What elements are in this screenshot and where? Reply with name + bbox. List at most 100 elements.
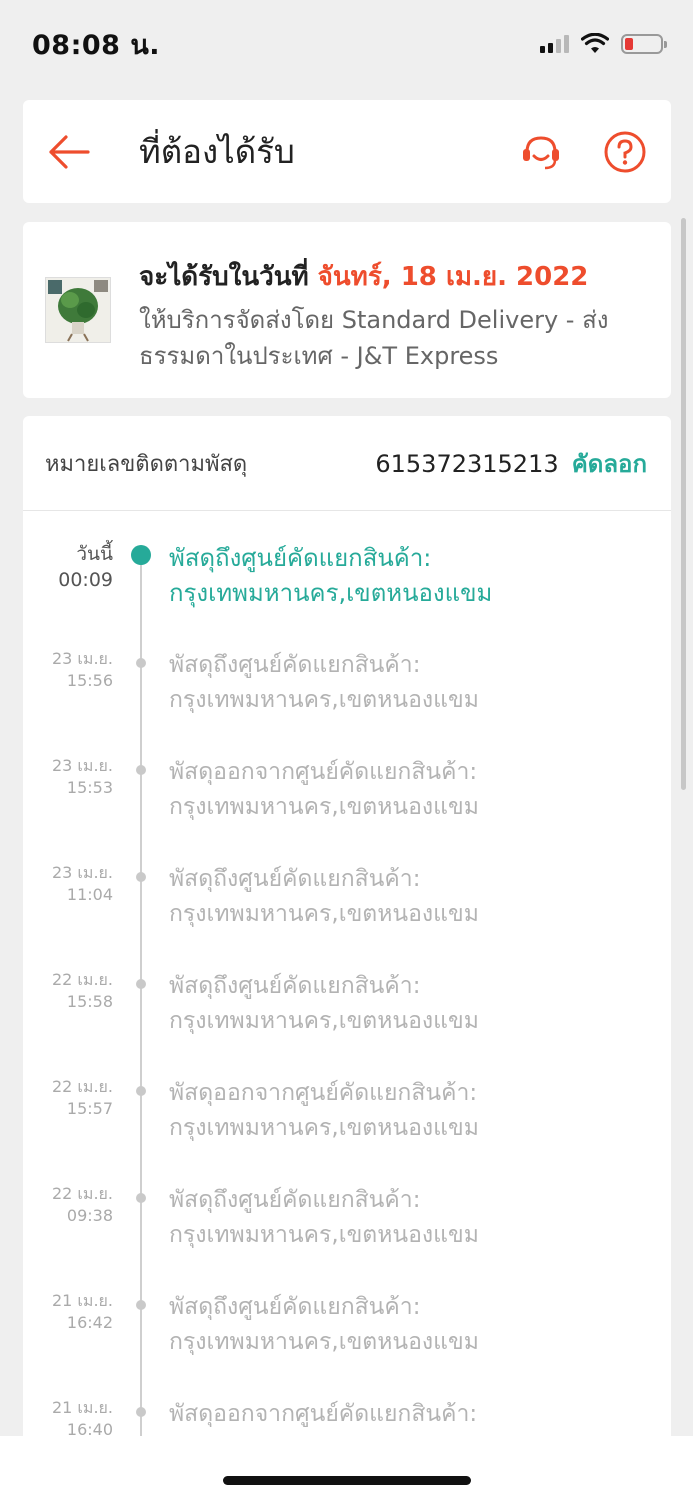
event-time: 15:56 xyxy=(66,671,113,690)
help-button[interactable] xyxy=(603,130,647,174)
timeline-dot xyxy=(136,1193,146,1203)
timeline-dot-active xyxy=(131,545,151,565)
timeline-dot xyxy=(136,1086,146,1096)
event-location: กรุงเทพมหานคร,เขตหนองแขม xyxy=(169,794,479,820)
event-time: 16:42 xyxy=(66,1313,113,1332)
timeline-dot xyxy=(136,658,146,668)
wifi-icon xyxy=(581,33,609,53)
status-time: 08:08 น. xyxy=(32,29,161,61)
event-datetime: 22 เม.ย. 09:38 xyxy=(52,1183,113,1227)
event-date: 22 เม.ย. xyxy=(51,1184,113,1203)
event-time: 15:57 xyxy=(66,1099,113,1118)
event-description: พัสดุถึงศูนย์คัดแยกสินค้า: กรุงเทพมหานคร… xyxy=(169,1183,639,1253)
timeline-event: 23 เม.ย. 15:53 พัสดุออกจากศูนย์คัดแยกสิน… xyxy=(23,755,671,862)
timeline-event: 23 เม.ย. 15:56 พัสดุถึงศูนย์คัดแยกสินค้า… xyxy=(23,648,671,755)
event-datetime: 21 เม.ย. 16:42 xyxy=(52,1290,113,1334)
scrollbar[interactable] xyxy=(681,218,686,790)
event-status: พัสดุถึงศูนย์คัดแยกสินค้า: xyxy=(169,1187,421,1213)
timeline-dot xyxy=(136,1300,146,1310)
event-status: พัสดุถึงศูนย์คัดแยกสินค้า: xyxy=(169,973,421,999)
event-description: พัสดุออกจากศูนย์คัดแยกสินค้า: กรุงเทพมหา… xyxy=(169,1076,639,1146)
event-date: 22 เม.ย. xyxy=(51,1077,113,1096)
tracking-number-group: 615372315213 คัดลอก xyxy=(375,444,647,483)
eta-prefix: จะได้รับในวันที่ xyxy=(139,262,309,292)
event-date: 23 เม.ย. xyxy=(51,863,113,882)
page-title: ที่ต้องได้รับ xyxy=(139,132,295,171)
event-description: พัสดุถึงศูนย์คัดแยกสินค้า: กรุงเทพมหานคร… xyxy=(169,648,639,718)
event-time: 15:53 xyxy=(66,778,113,797)
back-button[interactable] xyxy=(47,130,91,174)
estimated-delivery: จะได้รับในวันที่ จันทร์, 18 เม.ย. 2022 xyxy=(139,256,588,297)
event-location: กรุงเทพมหานคร,เขตหนองแขม xyxy=(169,579,493,607)
event-location: กรุงเทพมหานคร,เขตหนองแขม xyxy=(169,901,479,927)
event-status: พัสดุออกจากศูนย์คัดแยกสินค้า: xyxy=(169,1080,478,1106)
arrow-left-icon xyxy=(49,134,90,169)
event-date: 23 เม.ย. xyxy=(51,649,113,668)
timeline-event: 23 เม.ย. 11:04 พัสดุถึงศูนย์คัดแยกสินค้า… xyxy=(23,862,671,969)
event-datetime: 22 เม.ย. 15:57 xyxy=(52,1076,113,1120)
event-description: พัสดุถึงศูนย์คัดแยกสินค้า: กรุงเทพมหานคร… xyxy=(169,541,639,611)
event-datetime: 21 เม.ย. 16:40 xyxy=(52,1397,113,1441)
event-description: พัสดุออกจากศูนย์คัดแยกสินค้า: กรุงเทพมหา… xyxy=(169,755,639,825)
event-time: 00:09 xyxy=(58,569,113,591)
timeline-event: 22 เม.ย. 15:57 พัสดุออกจากศูนย์คัดแยกสิน… xyxy=(23,1076,671,1183)
timeline-event: 22 เม.ย. 15:58 พัสดุถึงศูนย์คัดแยกสินค้า… xyxy=(23,969,671,1076)
carrier-info: ให้บริการจัดส่งโดย Standard Delivery - ส… xyxy=(139,306,609,370)
event-location: กรุงเทพมหานคร,เขตหนองแขม xyxy=(169,1222,479,1248)
timeline-dot xyxy=(136,1407,146,1417)
home-indicator-area xyxy=(0,1436,693,1500)
header-actions xyxy=(519,130,647,174)
event-datetime: 23 เม.ย. 11:04 xyxy=(52,862,113,906)
event-location: กรุงเทพมหานคร,เขตหนองแขม xyxy=(169,1115,479,1141)
tracking-number-row: หมายเลขติดตามพัสดุ 615372315213 คัดลอก xyxy=(23,416,671,511)
timeline-dot xyxy=(136,765,146,775)
event-date: 21 เม.ย. xyxy=(51,1291,113,1310)
timeline-event: 21 เม.ย. 16:42 พัสดุถึงศูนย์คัดแยกสินค้า… xyxy=(23,1290,671,1397)
event-status: พัสดุออกจากศูนย์คัดแยกสินค้า: xyxy=(169,759,478,785)
event-status: พัสดุถึงศูนย์คัดแยกสินค้า: xyxy=(169,1294,421,1320)
event-status: พัสดุออกจากศูนย์คัดแยกสินค้า: xyxy=(169,1401,478,1427)
timeline-event: วันนี้ 00:09 พัสดุถึงศูนย์คัดแยกสินค้า: … xyxy=(23,541,671,648)
plant-product-image xyxy=(46,278,110,342)
home-indicator[interactable] xyxy=(223,1476,471,1485)
tracking-card: หมายเลขติดตามพัสดุ 615372315213 คัดลอก ว… xyxy=(23,416,671,1500)
product-thumbnail xyxy=(45,277,111,343)
event-datetime: 23 เม.ย. 15:56 xyxy=(52,648,113,692)
cellular-signal-icon xyxy=(540,35,569,53)
eta-date: จันทร์, 18 เม.ย. 2022 xyxy=(317,262,589,292)
timeline-dot xyxy=(136,979,146,989)
event-date: 22 เม.ย. xyxy=(51,970,113,989)
event-location: กรุงเทพมหานคร,เขตหนองแขม xyxy=(169,1329,479,1355)
event-status: พัสดุถึงศูนย์คัดแยกสินค้า: xyxy=(169,866,421,892)
event-date: 23 เม.ย. xyxy=(51,756,113,775)
top-nav-bar: ที่ต้องได้รับ xyxy=(23,100,671,203)
status-icons xyxy=(540,33,667,55)
event-description: พัสดุถึงศูนย์คัดแยกสินค้า: กรุงเทพมหานคร… xyxy=(169,1290,639,1360)
event-date: 21 เม.ย. xyxy=(51,1398,113,1417)
event-description: พัสดุถึงศูนย์คัดแยกสินค้า: กรุงเทพมหานคร… xyxy=(169,862,639,932)
status-bar: 08:08 น. xyxy=(0,0,693,88)
event-status: พัสดุถึงศูนย์คัดแยกสินค้า: xyxy=(169,652,421,678)
tracking-number: 615372315213 xyxy=(375,449,559,478)
event-datetime: 23 เม.ย. 15:53 xyxy=(52,755,113,799)
event-location: กรุงเทพมหานคร,เขตหนองแขม xyxy=(169,687,479,713)
tracking-number-label: หมายเลขติดตามพัสดุ xyxy=(45,451,248,477)
event-datetime: วันนี้ 00:09 xyxy=(58,541,113,593)
event-description: พัสดุออกจากศูนย์คัดแยกสินค้า: xyxy=(169,1397,639,1432)
event-date: วันนี้ xyxy=(76,543,113,565)
timeline-event: 22 เม.ย. 09:38 พัสดุถึงศูนย์คัดแยกสินค้า… xyxy=(23,1183,671,1290)
support-button[interactable] xyxy=(519,130,563,174)
event-time: 15:58 xyxy=(66,992,113,1011)
event-time: 09:38 xyxy=(66,1206,113,1225)
delivery-info-card: จะได้รับในวันที่ จันทร์, 18 เม.ย. 2022 ใ… xyxy=(23,222,671,398)
event-description: พัสดุถึงศูนย์คัดแยกสินค้า: กรุงเทพมหานคร… xyxy=(169,969,639,1039)
copy-button[interactable]: คัดลอก xyxy=(572,450,647,478)
question-circle-icon xyxy=(604,131,646,172)
event-status: พัสดุถึงศูนย์คัดแยกสินค้า: xyxy=(169,544,432,572)
event-location: กรุงเทพมหานคร,เขตหนองแขม xyxy=(169,1008,479,1034)
event-time: 11:04 xyxy=(66,885,113,904)
battery-icon xyxy=(621,34,667,54)
headset-icon xyxy=(523,135,559,169)
event-datetime: 22 เม.ย. 15:58 xyxy=(52,969,113,1013)
timeline-dot xyxy=(136,872,146,882)
